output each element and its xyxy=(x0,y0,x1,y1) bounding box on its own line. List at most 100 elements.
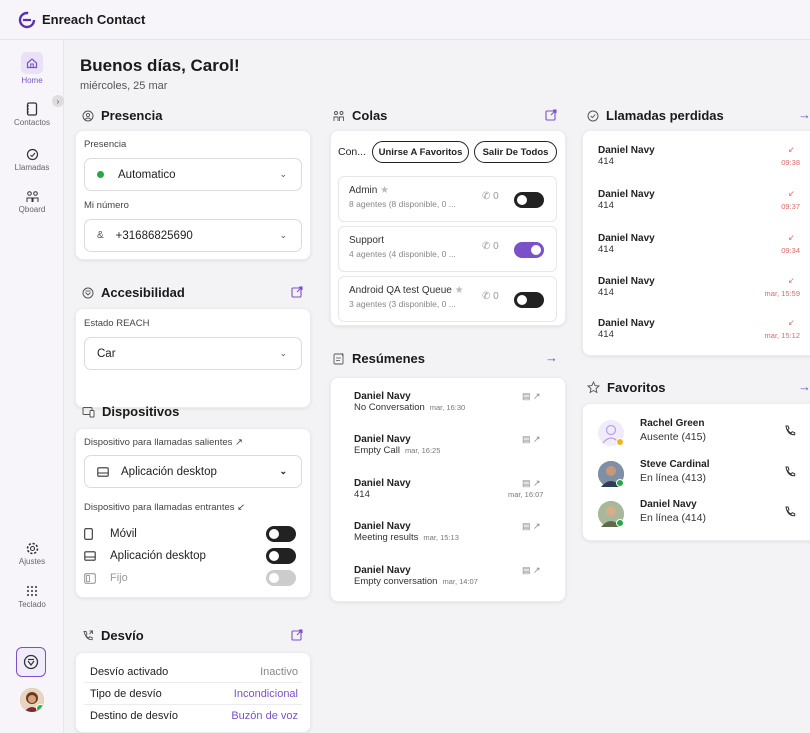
summary-item[interactable]: Daniel Navy No Conversation mar, 16:30 xyxy=(354,391,465,413)
summary-actions-icon[interactable]: ▤ ↗ xyxy=(522,565,541,576)
missed-call-item[interactable]: Daniel Navy 414 xyxy=(598,145,655,167)
page-title: Buenos días, Carol! xyxy=(80,56,240,75)
sidebar-item-label: Home xyxy=(21,76,43,85)
movil-toggle[interactable] xyxy=(266,526,296,542)
sidebar-item-llamadas[interactable]: Llamadas xyxy=(0,148,64,172)
outgoing-device-select[interactable]: Aplicación desktop ⌄ xyxy=(84,455,302,488)
queue-item[interactable]: Android QA test Queue ★ 3 agentes (3 dis… xyxy=(338,276,557,322)
summary-item[interactable]: Daniel Navy Meeting results mar, 15:13 xyxy=(354,521,459,543)
summary-time: mar, 16:07 xyxy=(508,490,544,499)
outgoing-device-label: Dispositivo para llamadas salientes ↗ xyxy=(84,437,243,448)
gear-icon xyxy=(0,542,64,555)
summary-item[interactable]: Daniel Navy Empty Call mar, 16:25 xyxy=(354,434,440,456)
missed-call-time: mar, 15:12 xyxy=(764,331,800,340)
devices-icon xyxy=(82,406,95,418)
number-select[interactable]: & +31686825690 ⌄ xyxy=(84,219,302,252)
queue-toggle[interactable] xyxy=(514,292,544,308)
away-status-icon xyxy=(616,438,624,446)
online-status-icon xyxy=(616,519,624,527)
summary-item[interactable]: Daniel Navy Empty conversation mar, 14:07 xyxy=(354,565,478,587)
enreach-logo-icon xyxy=(18,11,36,29)
missed-call-item[interactable]: Daniel Navy 414 xyxy=(598,276,655,298)
llamadas-perdidas-heading: Llamadas perdidas xyxy=(587,108,724,123)
arrow-right-icon[interactable]: → xyxy=(798,107,810,122)
summary-actions-icon[interactable]: ▤ ↗ xyxy=(522,521,541,532)
sidebar-item-home[interactable]: Home xyxy=(0,52,64,85)
colas-heading: Colas xyxy=(333,108,387,123)
star-outline-icon xyxy=(587,381,600,394)
sidebar-item-teclado[interactable]: Teclado xyxy=(0,585,64,609)
desktop-icon xyxy=(97,466,109,477)
sidebar-item-label: Teclado xyxy=(18,600,46,609)
missed-call-icon: ↙ xyxy=(788,318,795,327)
resumenes-heading: Resúmenes xyxy=(333,351,425,366)
app-name: Enreach Contact xyxy=(42,12,146,27)
sidebar-item-label: Llamadas xyxy=(14,163,50,172)
chevron-down-icon: ⌄ xyxy=(279,348,287,358)
arrow-right-icon[interactable]: → xyxy=(798,379,810,394)
summary-actions-icon[interactable]: ▤ ↗ xyxy=(522,478,541,489)
star-icon[interactable]: ★ xyxy=(455,285,464,296)
divider xyxy=(84,682,302,683)
qboard-icon xyxy=(0,190,64,203)
sidebar-item-contactos[interactable]: Contactos xyxy=(0,102,64,127)
user-avatar[interactable] xyxy=(20,688,44,712)
user-number-icon: & xyxy=(97,230,104,241)
sidebar-item-label: Contactos xyxy=(13,118,51,127)
sidebar-item-qboard[interactable]: Qboard xyxy=(0,190,64,214)
join-favorites-button[interactable]: Unirse A Favoritos xyxy=(372,141,469,163)
missed-call-time: 09:37 xyxy=(781,202,800,211)
star-icon[interactable]: ★ xyxy=(380,185,389,196)
desvio-row: Tipo de desvío Incondicional xyxy=(90,688,298,700)
missed-call-icon: ↙ xyxy=(788,189,795,198)
online-status-icon xyxy=(616,479,624,487)
queue-item[interactable]: Support 4 agentes (4 disponible, 0 ... ✆… xyxy=(338,226,557,272)
sidebar-item-ajustes[interactable]: Ajustes xyxy=(0,542,64,566)
missed-call-item[interactable]: Daniel Navy 414 xyxy=(598,233,655,255)
leave-all-button[interactable]: Salir De Todos xyxy=(474,141,557,163)
top-bar: Enreach Contact xyxy=(0,0,810,40)
greeting: Buenos días, Carol! miércoles, 25 mar xyxy=(80,56,240,92)
summary-icon xyxy=(333,352,345,365)
missed-call-time: 09:34 xyxy=(781,246,800,255)
favorite-contact[interactable]: Daniel Navy En línea (414) xyxy=(598,499,808,535)
presence-label: Presencia xyxy=(84,139,127,150)
arrow-right-icon[interactable]: → xyxy=(545,350,558,365)
summary-item[interactable]: Daniel Navy 414 xyxy=(354,478,411,500)
summary-actions-icon[interactable]: ▤ ↗ xyxy=(522,391,541,402)
external-link-icon[interactable] xyxy=(291,628,303,641)
desk-phone-icon xyxy=(84,572,102,584)
phone-icon: ✆ xyxy=(482,291,491,302)
fijo-toggle[interactable] xyxy=(266,570,296,586)
queue-item[interactable]: Admin ★ 8 agentes (8 disponible, 0 ... ✆… xyxy=(338,176,557,222)
desktop-toggle[interactable] xyxy=(266,548,296,564)
queue-toggle[interactable] xyxy=(514,242,544,258)
estado-reach-select[interactable]: Car ⌄ xyxy=(84,337,302,370)
queue-filter-tab[interactable]: Con... xyxy=(338,146,366,158)
status-button[interactable] xyxy=(16,647,46,677)
phone-icon: ✆ xyxy=(482,191,491,202)
phone-icon[interactable] xyxy=(784,465,796,483)
missed-call-item[interactable]: Daniel Navy 414 xyxy=(598,189,655,211)
estado-reach-label: Estado REACH xyxy=(84,318,150,329)
missed-call-time: mar, 15:59 xyxy=(764,289,800,298)
missed-call-item[interactable]: Daniel Navy 414 xyxy=(598,318,655,340)
favorite-contact[interactable]: Rachel Green Ausente (415) xyxy=(598,418,808,454)
summary-actions-icon[interactable]: ▤ ↗ xyxy=(522,434,541,445)
phone-icon[interactable] xyxy=(784,505,796,523)
phone-icon[interactable] xyxy=(784,424,796,442)
number-label: Mi número xyxy=(84,200,129,211)
external-link-icon[interactable] xyxy=(545,108,557,121)
sidebar-item-label: Ajustes xyxy=(18,557,46,566)
queue-toggle[interactable] xyxy=(514,192,544,208)
presence-status-icon xyxy=(97,171,104,178)
favorite-contact[interactable]: Steve Cardinal En línea (413) xyxy=(598,459,808,495)
missed-call-icon: ↙ xyxy=(788,276,795,285)
external-link-icon[interactable] xyxy=(291,285,303,298)
missed-call-icon: ↙ xyxy=(788,145,795,154)
online-status-icon xyxy=(36,704,44,712)
incoming-device-label: Dispositivo para llamadas entrantes ↙ xyxy=(84,502,246,513)
presence-select[interactable]: Automatico ⌄ xyxy=(84,158,302,191)
missed-calls-icon xyxy=(587,110,599,122)
desktop-icon xyxy=(84,551,102,561)
